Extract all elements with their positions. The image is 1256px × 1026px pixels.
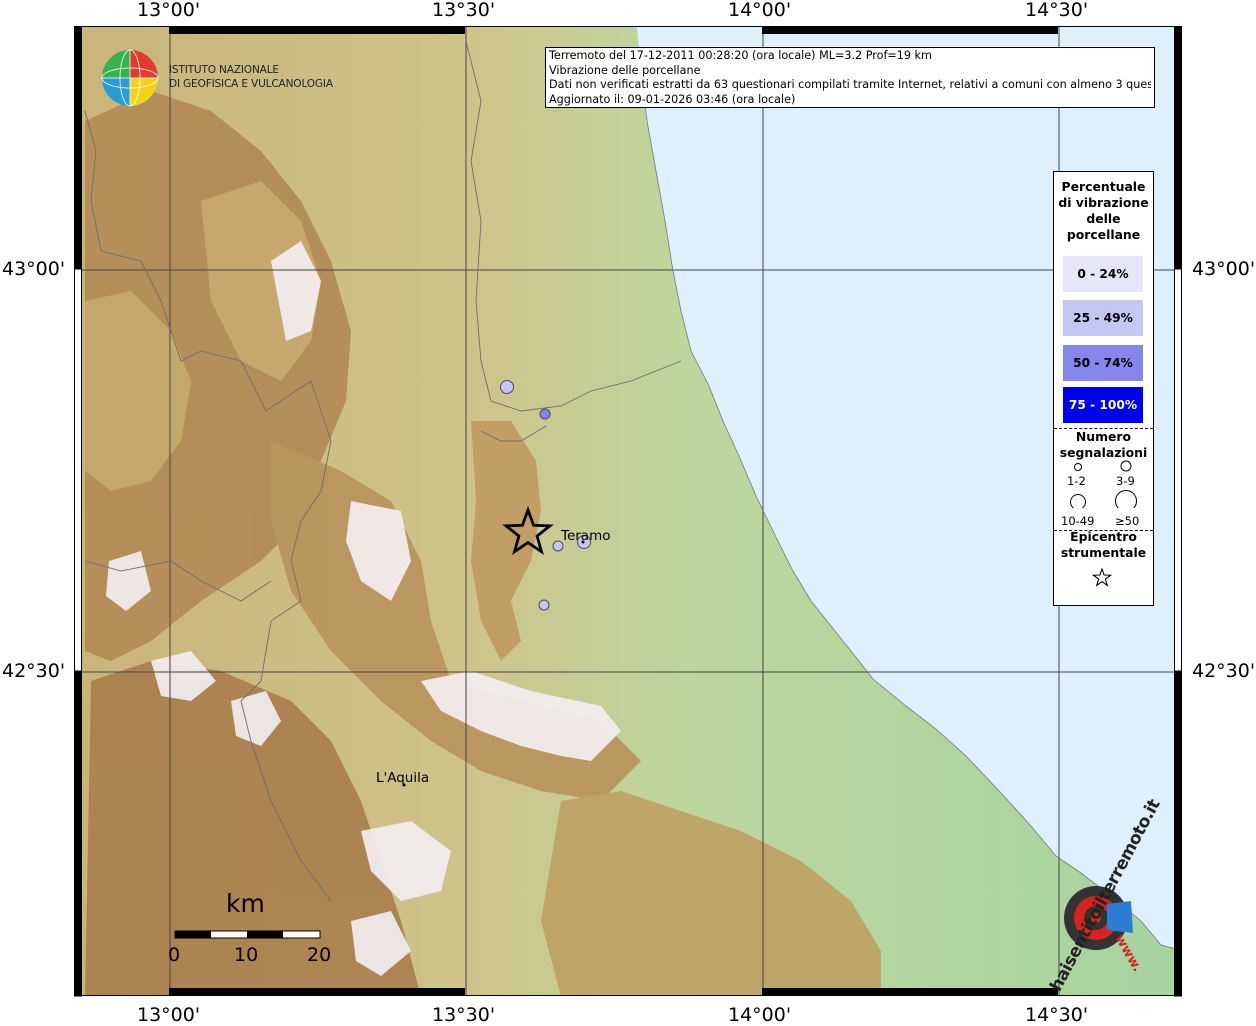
- legend-range-75-100: 75 - 100%: [1063, 387, 1143, 423]
- ingv-name: ISTITUTO NAZIONALE DI GEOFISICA E VULCAN…: [169, 64, 333, 91]
- scale-tick-0: 0: [168, 944, 181, 966]
- ingv-globe-icon: [101, 49, 159, 107]
- legend-count-10-49: 10-49: [1061, 514, 1095, 528]
- legend-range-0-24: 0 - 24%: [1063, 256, 1143, 292]
- legend-range-50-74: 50 - 74%: [1063, 345, 1143, 381]
- scale-unit: km: [226, 889, 265, 918]
- legend-range-25-49: 25 - 49%: [1063, 300, 1143, 336]
- place-label-teramo: Teramo: [561, 528, 611, 544]
- ingv-name-line1: ISTITUTO NAZIONALE: [169, 64, 279, 76]
- scale-tick-10: 10: [234, 944, 259, 966]
- ingv-name-line2: DI GEOFISICA E VULCANOLOGIA: [169, 77, 333, 90]
- scale-tick-20: 20: [307, 944, 332, 966]
- event-info-line1: Terremoto del 17-12-2011 00:28:20 (ora l…: [549, 49, 932, 62]
- event-info-line4: Aggiornato il: 09-01-2026 03:46 (ora loc…: [549, 92, 796, 106]
- legend-count-title: Numero segnalazioni: [1059, 429, 1148, 460]
- legend-title: Percentuale di vibrazione delle porcella…: [1058, 179, 1149, 242]
- legend-count-3-9: 3-9: [1116, 474, 1135, 488]
- event-info-box: Terremoto del 17-12-2011 00:28:20 (ora l…: [545, 47, 1155, 108]
- place-label-laquila: L'Aquila: [376, 770, 430, 786]
- legend-count-50-plus: ≥50: [1115, 514, 1140, 528]
- legend-star-icon: [1091, 567, 1113, 587]
- event-info-line3: Dati non verificati estratti da 63 quest…: [549, 78, 1151, 92]
- event-info-line2: Vibrazione delle porcellane: [549, 63, 701, 77]
- legend-panel: Percentuale di vibrazione delle porcella…: [1053, 171, 1154, 606]
- legend-count-1-2: 1-2: [1067, 474, 1086, 488]
- legend-epicenter-title: Epicentro strumentale: [1060, 529, 1147, 560]
